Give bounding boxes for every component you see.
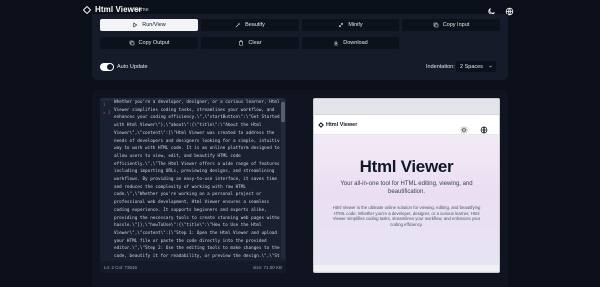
sun-icon[interactable] (460, 121, 468, 134)
beautify-button[interactable]: Beautify (201, 19, 299, 31)
code-text[interactable]: Whether you're a developer, designer, or… (114, 99, 280, 261)
download-label: Download (343, 40, 368, 46)
code-line: hassle.\"]},\"howToUse\":{\"title\":\"Ho… (114, 223, 262, 229)
clear-label: Clear (248, 40, 262, 46)
copy-input-button[interactable]: Copy Input (402, 19, 500, 31)
preview-frame[interactable]: Html Viewer Html Viewer Your all-in-one … (313, 98, 500, 273)
line-number: 1 (103, 102, 106, 107)
preview-title: Html Viewer (359, 157, 454, 176)
preview-brand-name: Html Viewer (326, 122, 358, 128)
globe-icon[interactable] (480, 121, 488, 134)
preview-description: Html Viewer is the ultimate online solut… (332, 205, 481, 227)
code-line: code.\",\"Whether you're working on a pe… (114, 192, 262, 198)
code-line: efficiently.\",\"The Html Viewer offers … (114, 161, 280, 167)
code-line: editor.\",\"Step 2: Use the editing tool… (114, 246, 280, 252)
auto-update-label: Auto Update (117, 64, 148, 70)
clear-button[interactable]: Clear (201, 37, 299, 49)
code-editor[interactable]: 1 ✕ 2 Whether you're a developer, design… (100, 98, 286, 273)
indentation-select[interactable]: 2 Spaces (456, 61, 496, 72)
copy-output-label: Copy Output (138, 40, 170, 46)
trash-icon (239, 40, 244, 46)
code-line: workflows. By providing an easy-to-use i… (114, 177, 277, 183)
code-line: Whether you're a developer, designer, or… (114, 100, 280, 105)
copy-output-button[interactable]: Copy Output (100, 37, 198, 49)
editor-scrollbar[interactable] (281, 101, 285, 258)
run-view-label: Run/View (142, 22, 166, 28)
copy-input-label: Copy Input (442, 22, 470, 28)
chevron-down-icon (489, 65, 492, 68)
indentation-label: Indentation: (426, 64, 455, 70)
preview-header: Html Viewer (314, 115, 499, 135)
code-line: providing the necessary tools to create … (114, 215, 280, 221)
run-view-button[interactable]: Run/View (100, 19, 198, 31)
preview-scrollbar[interactable] (314, 265, 499, 271)
code-line: your HTML file or paste the code directl… (114, 238, 267, 244)
download-icon (334, 40, 339, 46)
copy-icon (433, 22, 438, 28)
preview-brand[interactable]: Html Viewer (318, 122, 358, 128)
cursor-position: Ln: 2 Col: 73616 (104, 265, 138, 270)
code-line: Viewer\",\"content\":[\"Step 1: Open the… (114, 230, 277, 236)
file-size: size: 71.00 KB (252, 265, 282, 270)
code-line: coding experience. It supports beginners… (114, 207, 267, 213)
preview-hero: Html Viewer Your all-in-one tool for HTM… (314, 135, 499, 265)
minimize-icon (339, 22, 344, 28)
code-line: professional web development, Html Viewe… (114, 200, 270, 206)
minify-button[interactable]: Minify (302, 19, 399, 31)
code-line: way to work with HTML code. It is an onl… (114, 146, 280, 152)
line-number: 2 (108, 110, 111, 115)
code-line: and reduces the complexity of working wi… (114, 184, 246, 190)
toggle-knob (107, 64, 113, 70)
logo-icon (82, 5, 92, 14)
code-line: including importing URLs, previewing des… (114, 169, 275, 175)
editor-scrollbar-thumb[interactable] (281, 102, 285, 122)
error-marker-icon: ✕ (103, 110, 106, 115)
home-link[interactable]: Home (134, 7, 149, 13)
download-button[interactable]: Download (302, 37, 399, 49)
code-line: allow users to view, edit, and beautify … (114, 153, 241, 159)
logo-icon (318, 122, 324, 128)
beautify-label: Beautify (245, 22, 265, 28)
minify-label: Minify (348, 22, 363, 28)
magic-wand-icon (235, 22, 240, 28)
code-line: Viewer simplifies coding tasks, streamli… (114, 107, 275, 113)
code-line: needs of developers and designers lookin… (114, 138, 280, 144)
editor-gutter: 1 ✕ 2 (100, 101, 113, 258)
code-line: code, beautify it for readability, or pr… (114, 254, 280, 260)
code-line: Viewer\",\"content\":[\"Html Viewer was … (114, 130, 275, 136)
code-line: with Html Viewer\"},\"about\":{\"title\"… (114, 123, 262, 129)
play-icon (133, 22, 138, 28)
copy-icon (129, 40, 134, 46)
code-line: enhances your coding efficiency.\",\"sta… (114, 115, 280, 121)
editor-status-bar: Ln: 2 Col: 73616 size: 71.00 KB (100, 261, 286, 273)
preview-subtitle: Your all-in-one tool for HTML editing, v… (340, 181, 473, 195)
auto-update-toggle[interactable] (100, 63, 114, 71)
indentation-value: 2 Spaces (460, 63, 483, 70)
preview-top-bar (314, 99, 499, 115)
